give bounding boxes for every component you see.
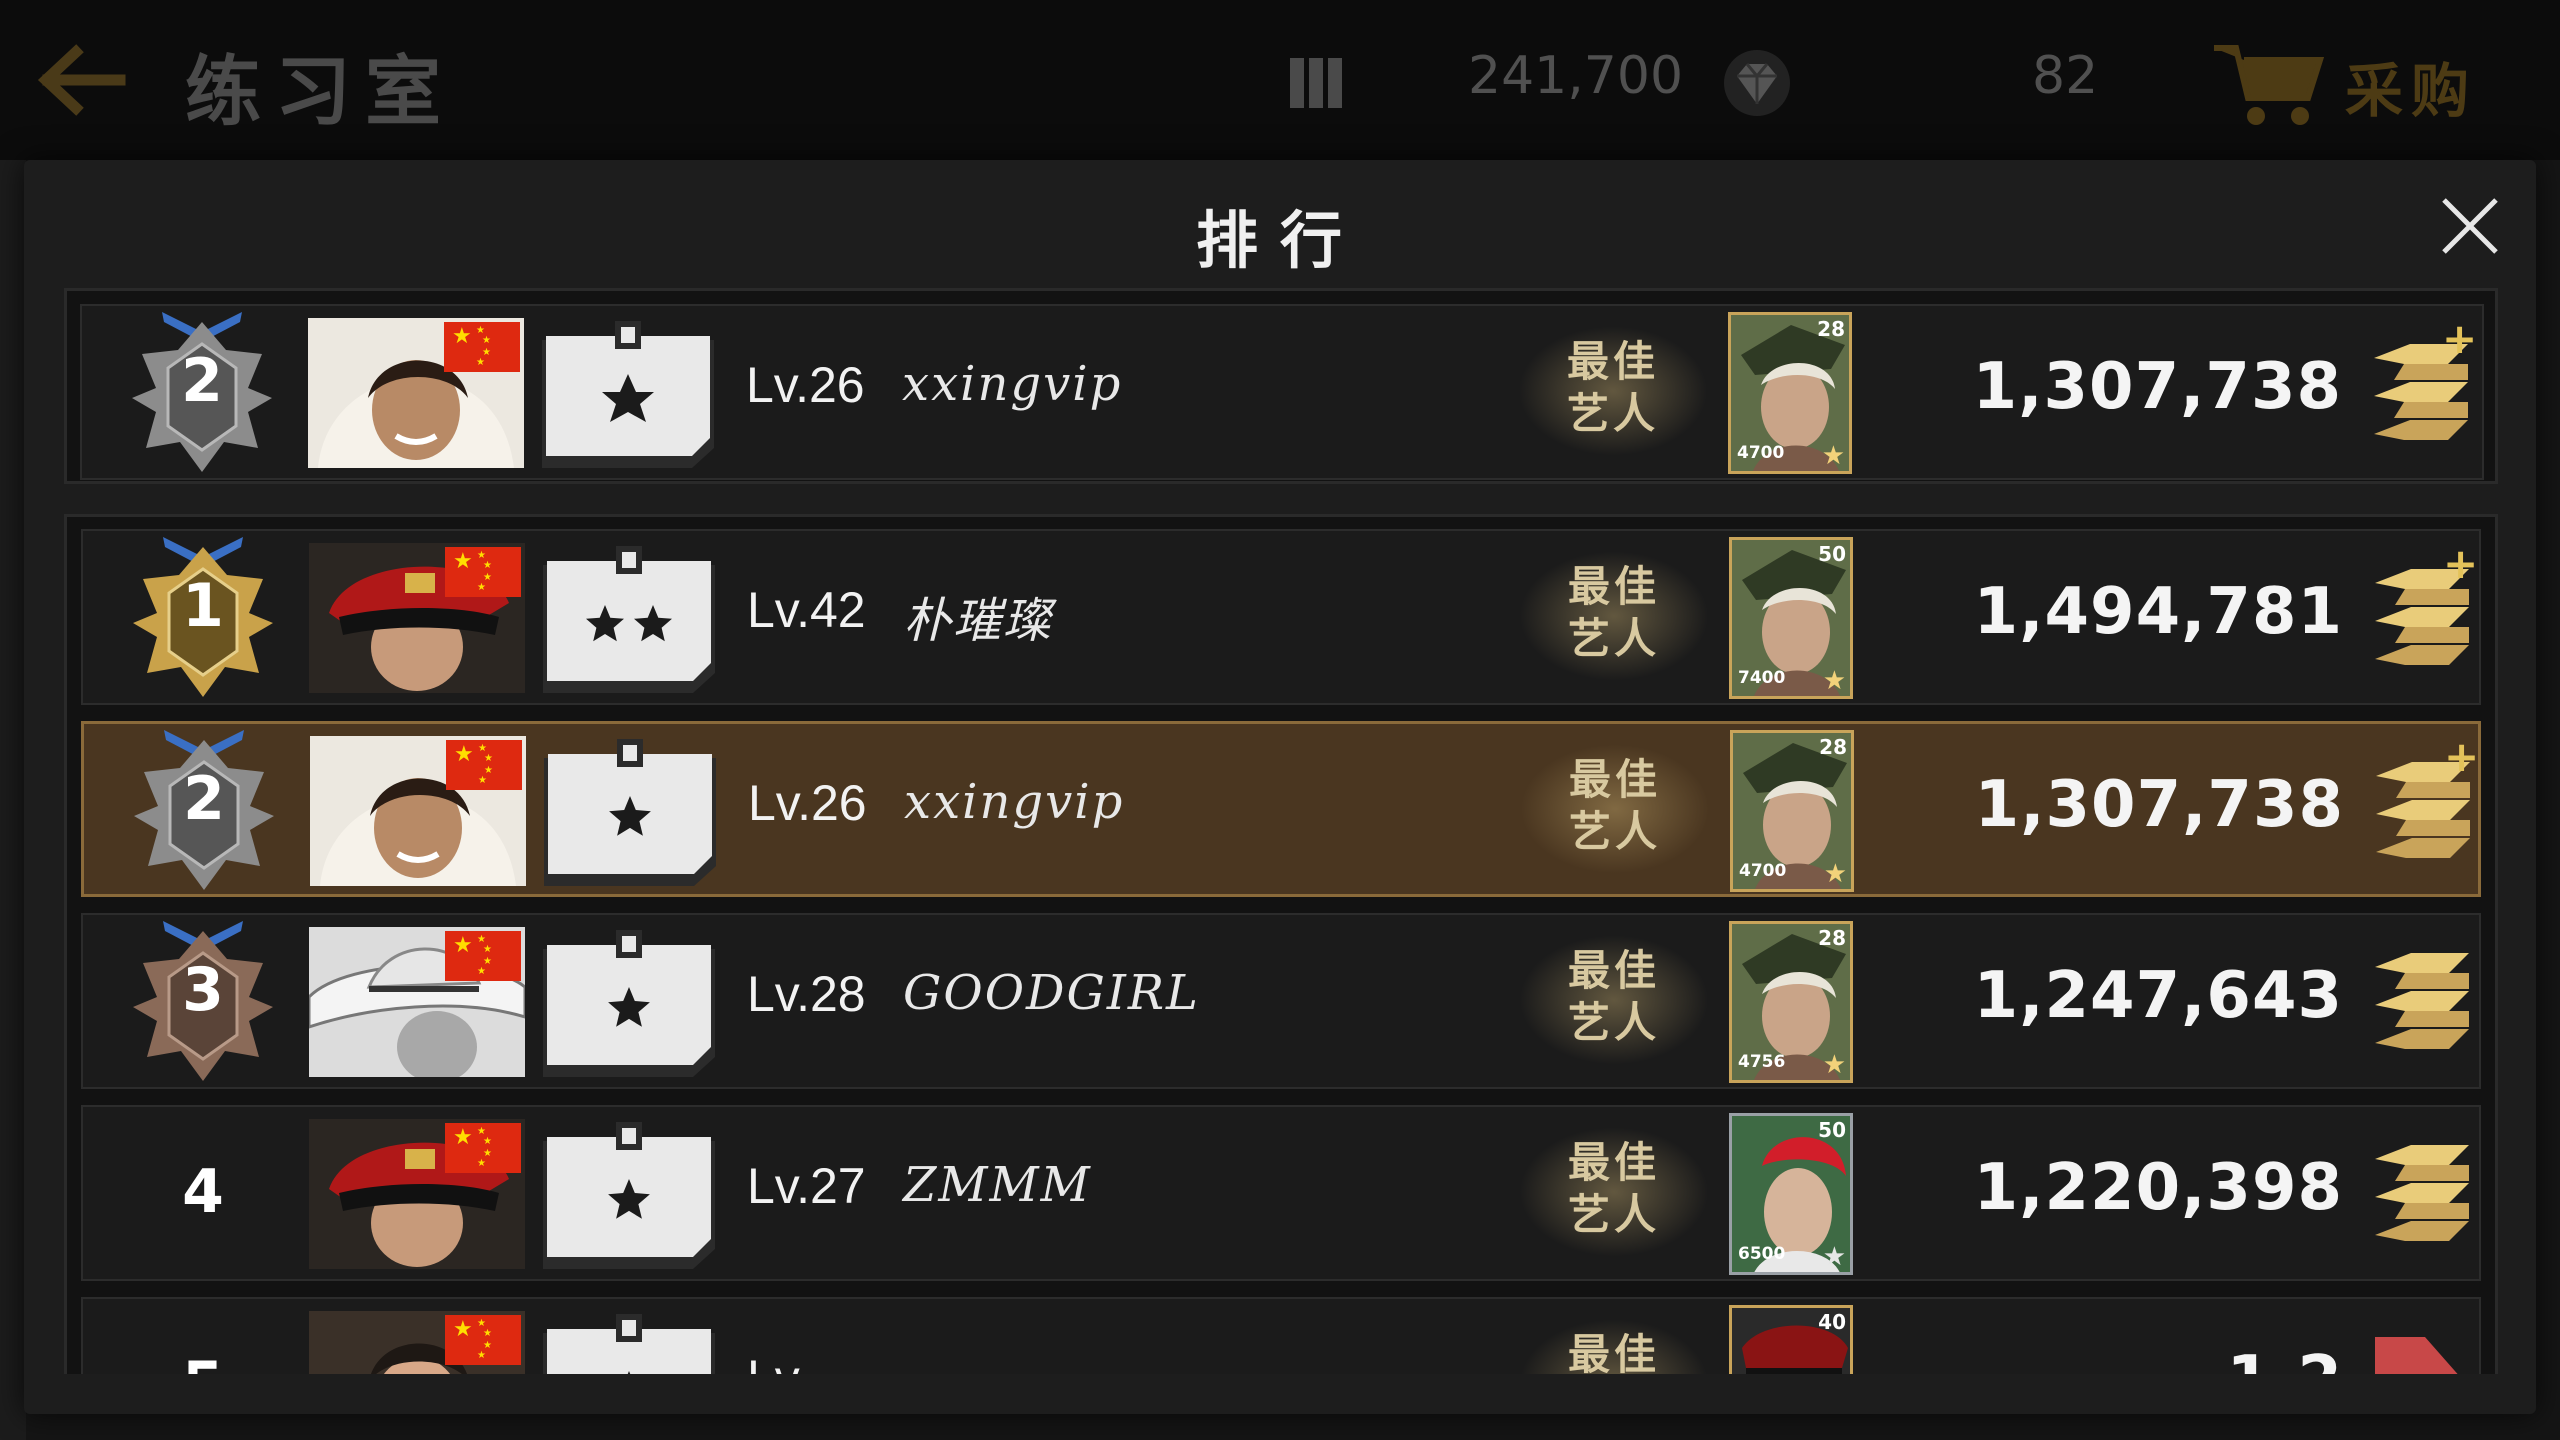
player-score: 1,307,738 [1972, 350, 2342, 424]
table-row[interactable]: 5 ★★★★★ Lv. 最佳艺人 40 ★ 1,2 [81, 1297, 2481, 1374]
card-star-icon: ★ [1821, 441, 1845, 471]
plus-icon[interactable]: + [2443, 543, 2478, 585]
player-level: Lv.42 [747, 582, 866, 638]
rank-number: 5 [123, 1349, 283, 1374]
player-level: Lv.28 [747, 966, 866, 1022]
card-value: 7400 [1738, 668, 1786, 688]
page-title: 练习室 [185, 47, 455, 136]
best-artist-label: 最佳艺人 [1567, 562, 1660, 663]
best-artist-label: 最佳艺人 [1567, 1138, 1660, 1239]
card-star-icon: ★ [1822, 1050, 1846, 1080]
player-score: 1,494,781 [1973, 575, 2343, 649]
cart-icon [2214, 45, 2325, 125]
player-avatar[interactable]: ★ ★ ★ ★ ★ [308, 318, 524, 468]
card-level: 50 [1818, 542, 1846, 566]
card-star-icon: ★ [1822, 1242, 1846, 1272]
close-icon[interactable] [2434, 190, 2506, 262]
rank-number: 2 [181, 346, 223, 416]
table-row[interactable]: 1 ★ ★ ★ ★ ★ Lv.42 朴璀璨 最佳 艺人 50 7400 ★ 1,494,7… [81, 529, 2481, 705]
player-avatar[interactable]: ★ ★ ★ ★ ★ [310, 736, 526, 886]
china-flag-icon: ★ ★ ★ ★ ★ [445, 1315, 521, 1365]
china-flag-icon: ★ ★ ★ ★ ★ [445, 1123, 521, 1173]
card-value: 4700 [1739, 861, 1787, 881]
china-flag-icon: ★ ★ ★ ★ ★ [445, 931, 521, 981]
china-flag-icon: ★ ★ ★ ★ ★ [446, 740, 522, 790]
table-row[interactable]: 3 ★ ★ ★ ★ ★ Lv.28 GOODGIRL 最佳 艺人 28 4756 ★ 1,… [81, 913, 2481, 1089]
currency1-value: 241,700 [1468, 46, 1684, 106]
player-score: 1,2 [1923, 1343, 2343, 1374]
table-row[interactable]: 2 ★ ★ ★ ★ ★ Lv.26 xxingvip 最佳 艺人 28 4700 ★ 1,… [81, 721, 2481, 897]
player-name: ZMMM [903, 1157, 1092, 1213]
back-arrow-icon[interactable] [30, 40, 130, 120]
card-value: 4756 [1738, 1052, 1786, 1072]
star-card-icon[interactable] [543, 1313, 715, 1374]
plus-icon[interactable]: + [2442, 318, 2477, 360]
star-card-icon[interactable] [542, 320, 714, 468]
buy-label: 采购 [2345, 57, 2478, 125]
rank-number: 3 [182, 955, 224, 1025]
player-avatar[interactable]: ★ ★ ★ ★ ★ [309, 1311, 525, 1374]
idol-card[interactable]: 28 4700 ★ [1728, 312, 1852, 474]
star-card-icon[interactable] [543, 1121, 715, 1269]
modal-title: 排行 [1195, 204, 1364, 277]
card-level: 28 [1819, 735, 1847, 759]
card-star-icon: ★ [1823, 859, 1847, 889]
player-name: 朴璀璨 [903, 593, 1054, 649]
buy-button[interactable]: 采购 [2210, 38, 2500, 128]
top-bar: 练习室 241,700 82 采购 [0, 0, 2560, 160]
best-artist-label: 最佳艺人 [1567, 1330, 1660, 1374]
idol-card[interactable]: 28 4756 ★ [1729, 921, 1853, 1083]
player-score: 1,307,738 [1974, 768, 2344, 842]
idol-card[interactable]: 50 6500 ★ [1729, 1113, 1853, 1275]
player-avatar[interactable]: ★ ★ ★ ★ ★ [309, 927, 525, 1077]
player-name: xxingvip [902, 356, 1123, 412]
rank-number: 2 [183, 764, 225, 834]
player-score: 1,247,643 [1973, 959, 2343, 1033]
player-level: Lv.27 [747, 1158, 866, 1214]
player-avatar[interactable]: ★ ★ ★ ★ ★ [309, 543, 525, 693]
player-name: GOODGIRL [903, 965, 1200, 1021]
star-card-icon[interactable] [544, 738, 716, 886]
player-level: Lv.26 [748, 775, 867, 831]
player-level: Lv. [747, 1349, 810, 1374]
currency2-value: 82 [2032, 46, 2099, 106]
idol-card[interactable]: 50 7400 ★ [1729, 537, 1853, 699]
card-level: 50 [1818, 1118, 1846, 1142]
rank-number: 4 [182, 1157, 224, 1227]
table-row[interactable]: 4 ★ ★ ★ ★ ★ Lv.27 ZMMM 最佳 艺人 50 6500 ★ 1,220,… [81, 1105, 2481, 1281]
ranking-list[interactable]: 1 ★ ★ ★ ★ ★ Lv.42 朴璀璨 最佳 艺人 50 7400 ★ 1,494,7… [64, 514, 2498, 1374]
player-avatar[interactable]: ★ ★ ★ ★ ★ [309, 1119, 525, 1269]
card-level: 28 [1817, 317, 1845, 341]
star-card-icon[interactable] [543, 545, 715, 693]
best-artist-label: 最佳艺人 [1566, 337, 1659, 438]
coin-stack-icon [1290, 58, 1342, 108]
card-value: 6500 [1738, 1244, 1786, 1264]
player-name: xxingvip [904, 774, 1125, 830]
gold-bars-icon[interactable] [2365, 943, 2485, 1063]
idol-card[interactable]: 40 ★ [1729, 1305, 1853, 1374]
card-value: 4700 [1737, 443, 1785, 463]
diamond-icon [1724, 50, 1790, 116]
china-flag-icon: ★ ★ ★ ★ ★ [444, 322, 520, 372]
card-level: 40 [1818, 1310, 1846, 1334]
plus-icon[interactable]: + [2444, 736, 2479, 778]
red-arrow-icon[interactable] [2365, 1327, 2485, 1374]
gold-bars-icon[interactable] [2365, 1135, 2485, 1255]
idol-card[interactable]: 28 4700 ★ [1730, 730, 1854, 892]
card-star-icon: ★ [1822, 666, 1846, 696]
best-artist-label: 最佳艺人 [1568, 755, 1661, 856]
card-level: 28 [1818, 926, 1846, 950]
player-level: Lv.26 [746, 357, 865, 413]
rank-number: 1 [182, 571, 224, 641]
china-flag-icon: ★ ★ ★ ★ ★ [445, 547, 521, 597]
star-card-icon[interactable] [543, 929, 715, 1077]
ranking-modal: 排行 2 ★ ★ ★ ★ ★ Lv.26 xxingvip 最佳 艺人 28 4… [24, 160, 2536, 1414]
my-rank-row[interactable]: 2 ★ ★ ★ ★ ★ Lv.26 xxingvip 最佳 艺人 28 4700… [80, 304, 2484, 480]
player-score: 1,220,398 [1973, 1151, 2343, 1225]
best-artist-label: 最佳艺人 [1567, 946, 1660, 1047]
background-left-edge [0, 160, 26, 1440]
